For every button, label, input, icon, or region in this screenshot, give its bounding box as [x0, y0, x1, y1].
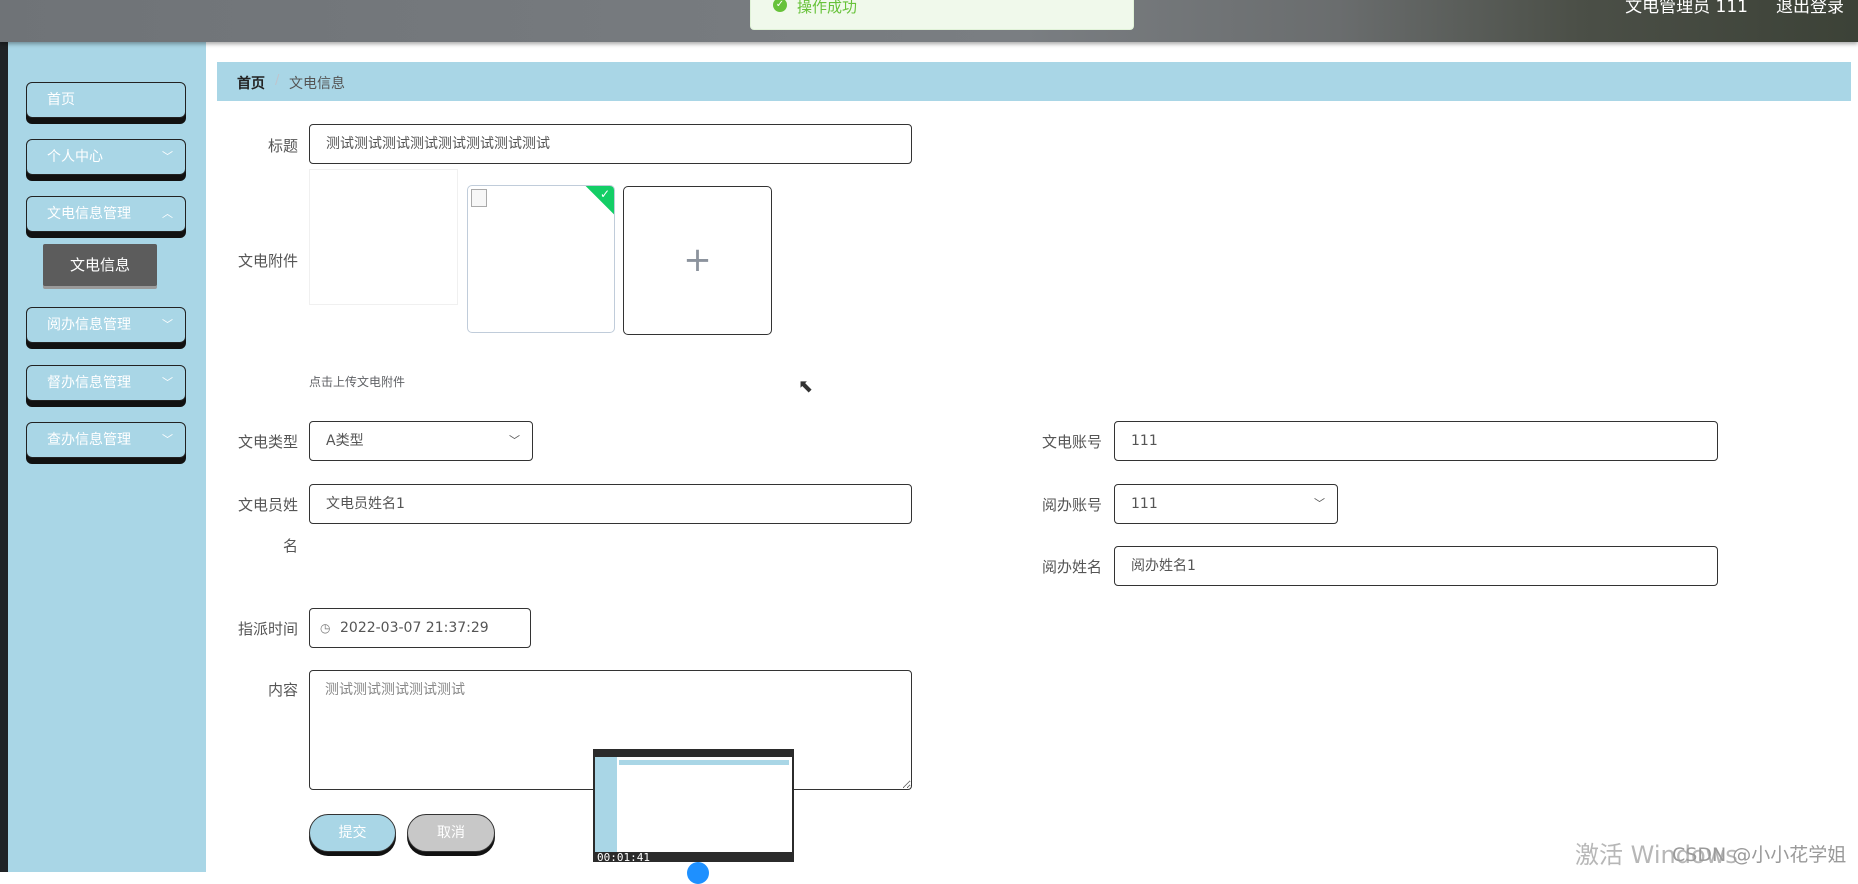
video-preview-breadcrumb	[619, 760, 789, 765]
chevron-up-icon: ︿	[162, 207, 173, 220]
cancel-button[interactable]: 取消	[407, 814, 495, 852]
success-toast: ✓ 操作成功	[750, 0, 1134, 30]
chevron-down-icon: ﹀	[162, 433, 173, 446]
video-preview-sidebar	[595, 757, 617, 852]
type-select[interactable]: A类型 ﹀	[309, 421, 533, 461]
clerk-name-label-wrap: 名	[282, 537, 298, 555]
csdn-watermark: CSDN @小小花学姐	[1672, 844, 1847, 866]
breadcrumb-current: 文电信息	[289, 76, 345, 92]
sidebar-item-document-management[interactable]: 文电信息管理 ︿	[26, 196, 186, 232]
sidebar-item-supervision-management[interactable]: 督办信息管理 ﹀	[26, 365, 186, 401]
chevron-down-icon: ﹀	[162, 318, 173, 331]
review-account-select[interactable]: 111 ﹀	[1114, 484, 1338, 524]
sidebar-item-label: 个人中心	[47, 149, 103, 165]
chevron-down-icon: ﹀	[509, 434, 520, 447]
title-label: 标题	[267, 137, 298, 155]
chevron-down-icon: ﹀	[1314, 497, 1325, 510]
clock-icon: ◷	[320, 621, 331, 635]
content-label: 内容	[267, 681, 298, 699]
mouse-cursor-icon: ⬉	[798, 376, 814, 397]
breadcrumb: 首页 / 文电信息	[217, 62, 1851, 101]
assign-time-picker[interactable]: ◷ 2022-03-07 21:37:29	[309, 608, 531, 648]
upload-success-corner	[582, 186, 614, 218]
window-left-edge	[0, 0, 8, 872]
current-user: 文电管理员 111	[1625, 0, 1748, 17]
review-name-label: 阅办姓名	[1041, 558, 1102, 576]
logout-link[interactable]: 退出登录	[1776, 0, 1844, 17]
sidebar-item-investigation-management[interactable]: 查办信息管理 ﹀	[26, 422, 186, 458]
sidebar-subitem-document-info[interactable]: 文电信息	[43, 244, 157, 286]
review-name-input[interactable]: 阅办姓名1	[1114, 546, 1718, 586]
type-label: 文电类型	[237, 433, 298, 451]
assign-time-label: 指派时间	[237, 620, 298, 638]
sidebar-item-label: 阅办信息管理	[47, 317, 131, 333]
sidebar-item-label: 首页	[47, 92, 75, 108]
breadcrumb-separator: /	[275, 73, 280, 88]
attachment-thumbnail-uploaded[interactable]: ✓	[467, 185, 615, 333]
account-input[interactable]: 111	[1114, 421, 1718, 461]
attachment-thumbnail-blank[interactable]	[309, 169, 458, 305]
video-preview-screen	[595, 757, 792, 852]
sidebar-item-home[interactable]: 首页	[26, 82, 186, 118]
toast-message: 操作成功	[797, 0, 858, 16]
sidebar-item-label: 文电信息管理	[47, 206, 131, 222]
chevron-down-icon: ﹀	[162, 376, 173, 389]
clerk-name-input[interactable]: 文电员姓名1	[309, 484, 912, 524]
sidebar: 首页 个人中心 ﹀ 文电信息管理 ︿ 阅办信息管理 ﹀ 督办信息管理 ﹀ 查办信…	[8, 42, 206, 872]
check-icon: ✓	[599, 187, 610, 201]
broken-image-icon	[471, 189, 487, 207]
sidebar-item-label: 查办信息管理	[47, 432, 131, 448]
type-select-value: A类型	[326, 433, 364, 449]
upload-hint: 点击上传文电附件	[309, 375, 406, 389]
title-input[interactable]: 测试测试测试测试测试测试测试测试	[309, 124, 912, 164]
sidebar-item-review-management[interactable]: 阅办信息管理 ﹀	[26, 307, 186, 343]
attachment-label: 文电附件	[237, 252, 298, 270]
breadcrumb-home[interactable]: 首页	[237, 73, 265, 93]
sidebar-item-personal-center[interactable]: 个人中心 ﹀	[26, 139, 186, 175]
sidebar-item-label: 督办信息管理	[47, 375, 131, 391]
success-check-icon: ✓	[773, 0, 787, 12]
account-label: 文电账号	[1041, 433, 1102, 451]
review-account-label: 阅办账号	[1041, 496, 1102, 514]
video-preview[interactable]: 00:01:41	[593, 749, 794, 864]
review-account-value: 111	[1131, 496, 1158, 512]
upload-add-button[interactable]: +	[623, 186, 772, 335]
video-progress-handle[interactable]	[687, 862, 709, 884]
assign-time-value: 2022-03-07 21:37:29	[340, 620, 489, 636]
submit-button[interactable]: 提交	[309, 814, 396, 852]
chevron-down-icon: ﹀	[162, 150, 173, 163]
clerk-name-label: 文电员姓	[237, 496, 298, 514]
video-timestamp: 00:01:41	[597, 851, 650, 864]
